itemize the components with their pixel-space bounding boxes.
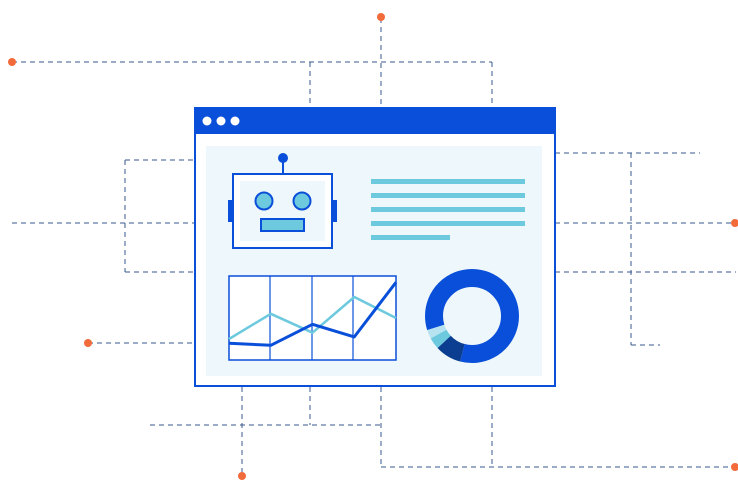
text-line [371,193,525,198]
endpoint-dot [84,339,92,347]
title-bar [195,108,555,134]
line-chart-icon [228,275,398,361]
text-line [371,207,525,212]
text-line [371,179,525,184]
endpoint-dot [731,219,738,227]
text-line [371,221,525,226]
robot-eye-right [292,191,312,211]
endpoint-dot [8,58,16,66]
endpoint-dot [731,463,738,471]
endpoint-dot [238,472,246,480]
illustration [8,13,738,480]
robot-eye-left [254,191,274,211]
window-dots-icon [202,116,240,126]
text-line [371,235,450,240]
robot-mouth [260,218,305,232]
endpoint-dot [377,13,385,21]
